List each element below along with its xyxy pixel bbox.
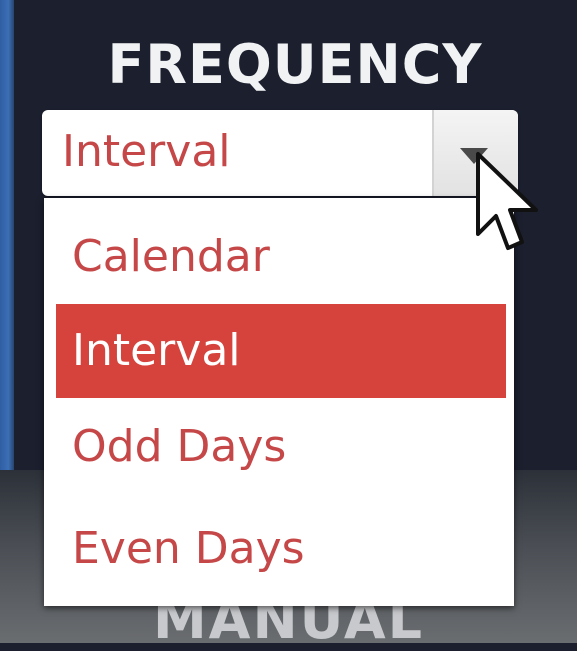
frequency-dropdown-menu: Calendar Interval Odd Days Even Days	[44, 198, 514, 606]
menu-item-calendar[interactable]: Calendar	[56, 210, 506, 304]
mouse-pointer-icon	[476, 152, 538, 250]
frequency-heading: FREQUENCY	[107, 33, 483, 96]
menu-item-interval[interactable]: Interval	[56, 304, 506, 398]
menu-item-even-days[interactable]: Even Days	[56, 502, 506, 596]
frequency-select-value: Interval	[62, 126, 231, 177]
frequency-select[interactable]: Interval	[42, 110, 518, 196]
menu-item-odd-days[interactable]: Odd Days	[56, 400, 506, 494]
